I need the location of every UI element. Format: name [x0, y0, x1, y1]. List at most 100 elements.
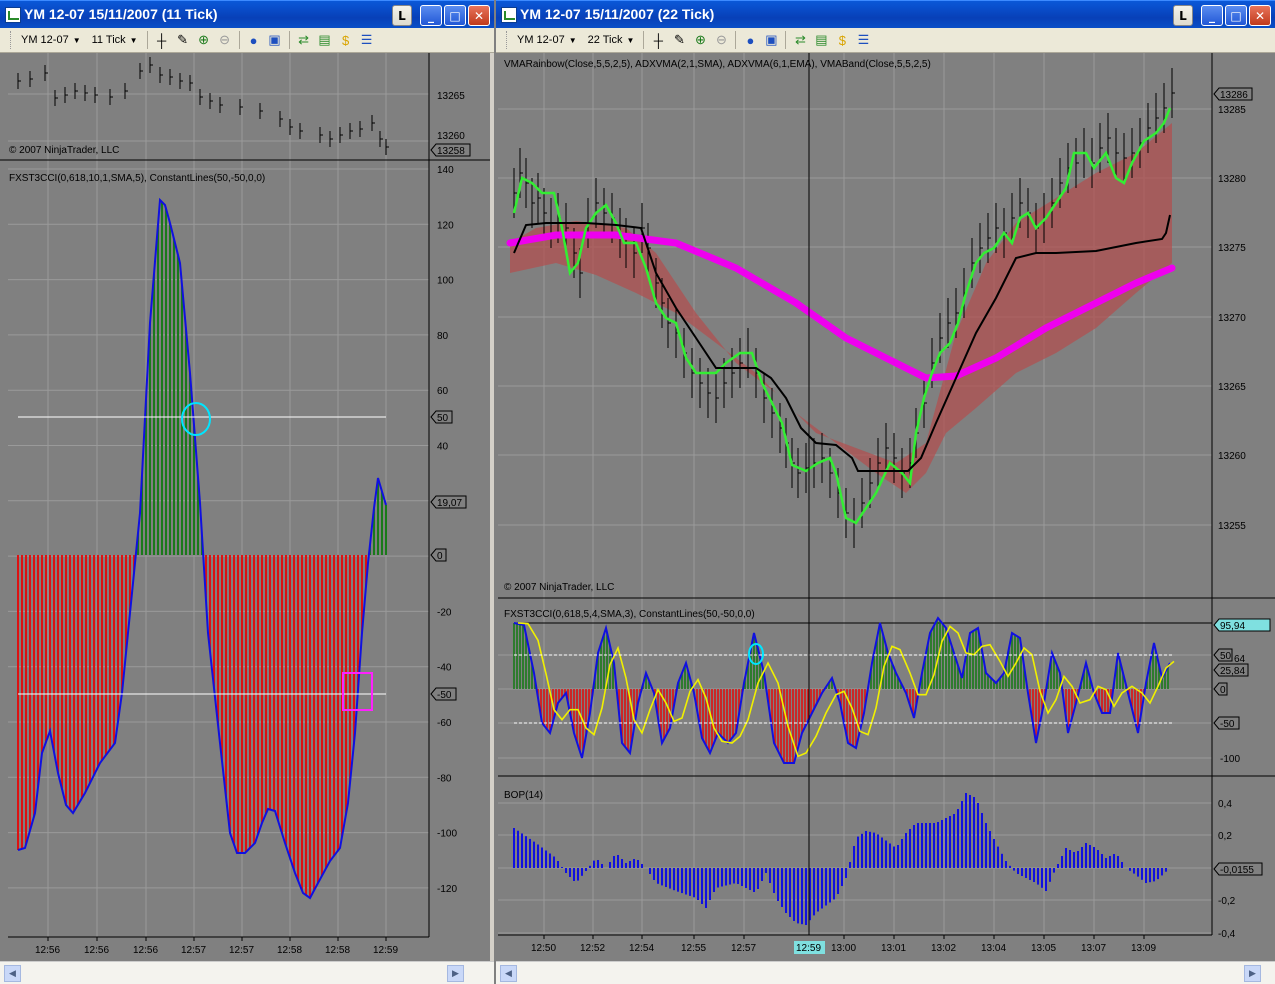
close-button[interactable]: ✕: [468, 5, 490, 26]
close-button[interactable]: ✕: [1249, 5, 1271, 26]
chart-app-icon: [501, 7, 517, 23]
bar-type-icon[interactable]: ┼: [649, 31, 667, 49]
drawing-tool-icon[interactable]: ✎: [670, 31, 688, 49]
maximize-button[interactable]: □: [1225, 5, 1247, 26]
properties-icon[interactable]: ▣: [762, 31, 780, 49]
cci-marker-minus50: -50: [430, 687, 457, 701]
price-tick: 13265: [437, 91, 465, 102]
toolbar-grip[interactable]: [506, 31, 510, 49]
last-price-marker: 13286: [1213, 87, 1253, 101]
price-tick: 13255: [1218, 521, 1246, 532]
price-tick: 13265: [1218, 382, 1246, 393]
chart-toolbar: YM 12-07 ▼ 11 Tick ▼ ┼ ✎ ⊕ ⊖ ● ▣ ⇄ ▤ $ ☰: [0, 28, 494, 53]
chart-window-11-tick[interactable]: YM 12-07 15/11/2007 (11 Tick) L _ □ ✕ YM…: [0, 0, 494, 984]
minimize-button[interactable]: _: [1201, 5, 1223, 26]
chart-canvas-22-tick[interactable]: VMARainbow(Close,5,5,2,5), ADXVMA(2,1,SM…: [496, 53, 1275, 963]
zoom-out-icon[interactable]: ⊖: [712, 31, 730, 49]
title-bar[interactable]: YM 12-07 15/11/2007 (22 Tick) L _ □ ✕: [496, 0, 1275, 29]
instrument-label: YM 12-07: [21, 34, 69, 46]
cci-marker-0-text: 0: [437, 551, 443, 562]
cursor-time-text: 12:59: [796, 943, 821, 954]
instrument-selector[interactable]: YM 12-07 ▼: [513, 31, 581, 49]
data-box-icon[interactable]: ☰: [358, 31, 376, 49]
cci-last-marker: 19,07: [430, 495, 467, 509]
interval-selector[interactable]: 11 Tick ▼: [88, 31, 142, 49]
money-icon[interactable]: $: [833, 31, 851, 49]
strategy-icon[interactable]: ⇄: [295, 31, 313, 49]
globe-icon[interactable]: ●: [245, 31, 263, 49]
price-tick: 13285: [1218, 105, 1246, 116]
cci-marker-minus50: -50: [1213, 716, 1240, 730]
cci-marker-64-text: 64: [1234, 654, 1246, 665]
scroll-left-icon[interactable]: ◀: [4, 965, 21, 982]
chart-window-22-tick[interactable]: YM 12-07 15/11/2007 (22 Tick) L _ □ ✕ YM…: [496, 0, 1275, 984]
time-tick: 13:02: [931, 943, 956, 954]
toolbar-grip[interactable]: [10, 31, 14, 49]
maximize-button[interactable]: □: [444, 5, 466, 26]
indicator-icon[interactable]: ▤: [316, 31, 334, 49]
time-tick: 12:50: [531, 943, 556, 954]
interval-label: 22 Tick: [587, 34, 623, 46]
zoom-in-icon[interactable]: ⊕: [195, 31, 213, 49]
cci-marker-64: 64: [1234, 654, 1246, 665]
time-tick: 12:58: [277, 945, 302, 956]
scroll-left-icon[interactable]: ◀: [500, 965, 517, 982]
horizontal-scrollbar[interactable]: ◀ ▶: [0, 961, 494, 984]
price-tick: 13260: [1218, 451, 1246, 462]
bop-indicator-label: BOP(14): [504, 790, 543, 801]
data-box-icon[interactable]: ☰: [854, 31, 872, 49]
scroll-right-icon[interactable]: ▶: [447, 965, 464, 982]
bop-last-text: -0,0155: [1220, 865, 1254, 876]
instrument-selector[interactable]: YM 12-07 ▼: [17, 31, 85, 49]
price-tick: 13260: [437, 131, 465, 142]
copyright-text: © 2007 NinjaTrader, LLC: [504, 582, 614, 593]
cci-tick: -80: [437, 773, 452, 784]
bar-type-icon[interactable]: ┼: [153, 31, 171, 49]
properties-icon[interactable]: ▣: [266, 31, 284, 49]
cci-top-marker: 95,94: [1213, 618, 1271, 632]
scroll-right-icon[interactable]: ▶: [1244, 965, 1261, 982]
cci-tick: 140: [437, 165, 454, 176]
time-tick: 13:04: [981, 943, 1006, 954]
interval-selector[interactable]: 22 Tick ▼: [584, 31, 639, 49]
bop-tick: -0,4: [1218, 929, 1236, 940]
money-icon[interactable]: $: [337, 31, 355, 49]
zoom-in-icon[interactable]: ⊕: [691, 31, 709, 49]
cci-top-text: 95,94: [1220, 621, 1245, 632]
bop-tick: 0,2: [1218, 831, 1232, 842]
cci-tick: 80: [437, 331, 449, 342]
title-bar[interactable]: YM 12-07 15/11/2007 (11 Tick) L _ □ ✕: [0, 0, 494, 29]
cci-tick: -40: [437, 663, 452, 674]
time-tick: 12:56: [84, 945, 109, 956]
lock-button[interactable]: L: [1173, 5, 1193, 26]
cci-tick: -100: [1220, 754, 1240, 765]
time-tick: 13:01: [881, 943, 906, 954]
cci-tick: -100: [437, 829, 457, 840]
price-tick: 13275: [1218, 243, 1246, 254]
cursor-time-marker: 12:59: [794, 941, 825, 954]
time-tick: 12:59: [373, 945, 398, 956]
last-price-text: 13258: [437, 146, 465, 157]
time-tick: 13:07: [1081, 943, 1106, 954]
price-indicator-label: VMARainbow(Close,5,5,2,5), ADXVMA(2,1,SM…: [504, 59, 931, 70]
time-tick: 12:56: [35, 945, 60, 956]
minimize-button[interactable]: _: [420, 5, 442, 26]
globe-icon[interactable]: ●: [741, 31, 759, 49]
cci-tick: 40: [437, 442, 449, 453]
lock-button[interactable]: L: [392, 5, 412, 26]
indicator-icon[interactable]: ▤: [812, 31, 830, 49]
horizontal-scrollbar[interactable]: ◀ ▶: [496, 961, 1275, 984]
cci-indicator-label: FXST3CCI(0,618,5,4,SMA,3), ConstantLines…: [504, 609, 755, 620]
cci-marker-2584-text: 25,84: [1220, 666, 1245, 677]
drawing-tool-icon[interactable]: ✎: [174, 31, 192, 49]
chart-app-icon: [5, 7, 21, 23]
price-tick: 13270: [1218, 313, 1246, 324]
bop-tick: -0,2: [1218, 896, 1236, 907]
chart-canvas-11-tick[interactable]: © 2007 NinjaTrader, LLC FXST3CCI(0,618,1…: [0, 53, 494, 963]
zoom-out-icon[interactable]: ⊖: [216, 31, 234, 49]
time-tick: 13:00: [831, 943, 856, 954]
strategy-icon[interactable]: ⇄: [791, 31, 809, 49]
time-tick: 12:52: [580, 943, 605, 954]
time-tick: 12:56: [133, 945, 158, 956]
time-tick: 12:58: [325, 945, 350, 956]
